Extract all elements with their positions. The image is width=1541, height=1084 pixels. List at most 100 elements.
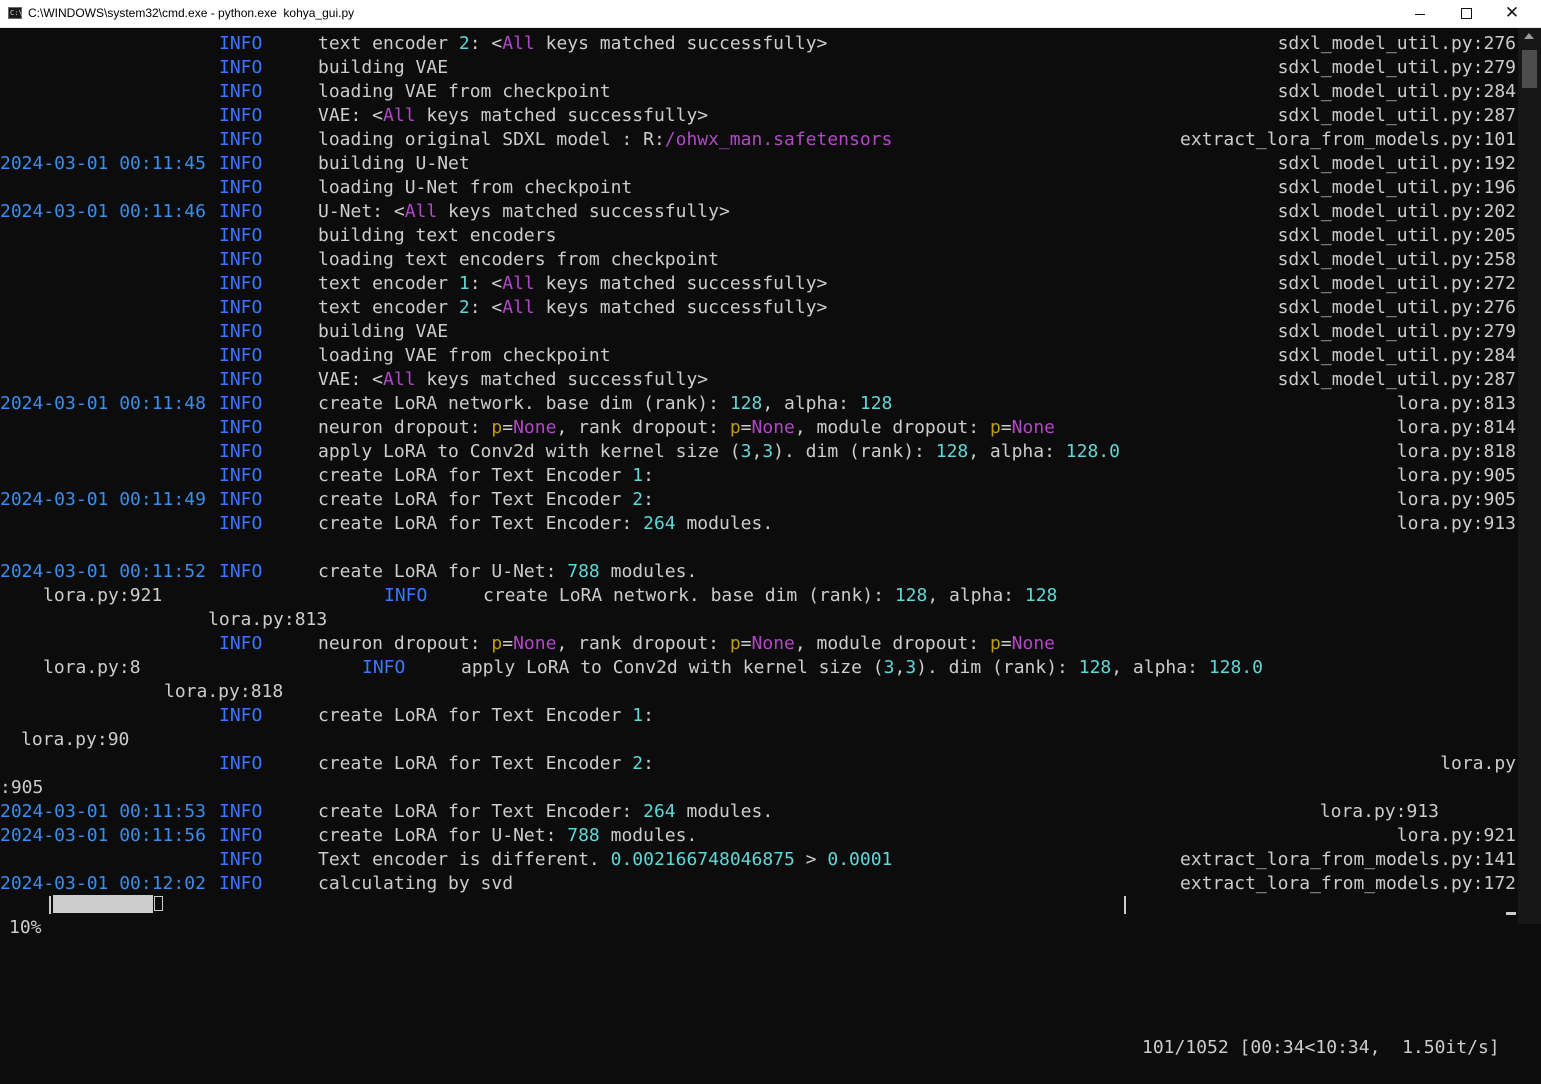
log-level: INFO bbox=[219, 105, 263, 126]
log-text-segment: create LoRA for U-Net: bbox=[318, 825, 568, 846]
log-line: INFO loading original SDXL model : R:/ohw… bbox=[0, 128, 1518, 152]
log-text-segment: 1 bbox=[458, 273, 470, 294]
log-source: sdxl_model_util.py:284 bbox=[1277, 81, 1516, 102]
log-source: :905 bbox=[0, 777, 44, 798]
log-source: sdxl_model_util.py:276 bbox=[1277, 297, 1516, 318]
log-text-segment: , bbox=[894, 657, 906, 678]
minimize-icon bbox=[1415, 14, 1425, 15]
console-output[interactable]: INFO text encoder 2: <All keys matched su… bbox=[0, 28, 1518, 924]
log-level: INFO bbox=[219, 33, 263, 54]
log-line: INFO text encoder 1: <All keys matched su… bbox=[0, 272, 1518, 296]
minimize-button[interactable] bbox=[1397, 0, 1443, 27]
log-message: building U-Net bbox=[318, 152, 470, 176]
log-text-segment: 128 bbox=[729, 393, 763, 414]
log-text-segment: 264 bbox=[643, 513, 676, 534]
log-source: sdxl_model_util.py:284 bbox=[1277, 345, 1516, 366]
log-text-segment: 128.0 bbox=[1208, 657, 1263, 678]
log-level: INFO bbox=[384, 585, 428, 606]
log-text-segment: 788 bbox=[567, 825, 600, 846]
log-text-segment: All bbox=[383, 369, 416, 390]
log-text-segment: keys matched successfully> bbox=[534, 33, 828, 54]
log-source: sdxl_model_util.py:202 bbox=[1277, 201, 1516, 222]
maximize-icon bbox=[1460, 8, 1472, 19]
log-source: lora.py:921 bbox=[43, 585, 163, 606]
log-message: text encoder 2: <All keys matched succes… bbox=[318, 296, 827, 320]
log-text-segment: 128 bbox=[859, 393, 893, 414]
log-text-segment: = bbox=[740, 417, 752, 438]
log-text-segment: 0.002166748046875 bbox=[610, 849, 795, 870]
log-line: 2024-03-01 00:11:49 INFO create LoRA for T… bbox=[0, 488, 1518, 512]
log-message: loading VAE from checkpoint bbox=[318, 344, 611, 368]
log-level: INFO bbox=[219, 489, 263, 510]
log-timestamp: 2024-03-01 00:11:48 bbox=[0, 393, 206, 414]
progress-line: 10% 101/1052 [00:34<10:34, 1.50it/s] bbox=[0, 892, 1518, 1058]
log-level: INFO bbox=[219, 633, 263, 654]
log-text-segment: 3 bbox=[762, 441, 774, 462]
log-line: INFO VAE: <All keys matched successfully>… bbox=[0, 104, 1518, 128]
log-level: INFO bbox=[219, 369, 263, 390]
log-text-segment: building VAE bbox=[318, 321, 449, 342]
log-text-segment: All bbox=[502, 273, 535, 294]
progress-bar-end-glyph bbox=[154, 896, 163, 911]
log-text-segment: keys matched successfully> bbox=[437, 201, 730, 222]
scroll-up-arrow-icon[interactable] bbox=[1524, 33, 1534, 39]
log-level: INFO bbox=[219, 393, 263, 414]
log-level: INFO bbox=[219, 513, 263, 534]
log-source: lora.py:913 bbox=[1319, 801, 1439, 822]
log-text-segment: None bbox=[513, 633, 557, 654]
log-text-segment: 128 bbox=[894, 585, 928, 606]
log-text-segment: : < bbox=[469, 297, 503, 318]
log-line: INFO Text encoder is different. 0.0021667… bbox=[0, 848, 1518, 872]
log-timestamp: 2024-03-01 00:11:46 bbox=[0, 201, 206, 222]
log-message: apply LoRA to Conv2d with kernel size (3… bbox=[318, 440, 1120, 464]
progress-bar-left-edge bbox=[49, 896, 51, 914]
log-text-segment: keys matched successfully> bbox=[415, 369, 709, 390]
log-source: sdxl_model_util.py:287 bbox=[1277, 369, 1516, 390]
log-message: create LoRA network. base dim (rank): 12… bbox=[483, 584, 1057, 608]
log-text-segment: 128 bbox=[1024, 585, 1058, 606]
log-text-segment: , rank dropout: bbox=[556, 633, 730, 654]
log-text-segment: , alpha: bbox=[927, 585, 1025, 606]
scrollbar[interactable] bbox=[1518, 28, 1541, 924]
log-text-segment: , alpha: bbox=[968, 441, 1066, 462]
log-message: create LoRA for U-Net: 788 modules. bbox=[318, 824, 697, 848]
log-message: U-Net: <All keys matched successfully> bbox=[318, 200, 730, 224]
log-source: extract_lora_from_models.py:141 bbox=[1180, 849, 1516, 870]
log-source: lora.py bbox=[1440, 753, 1516, 774]
log-level: INFO bbox=[219, 849, 263, 870]
log-text-segment: = bbox=[502, 417, 514, 438]
maximize-button[interactable] bbox=[1443, 0, 1489, 27]
log-line: INFO loading VAE from checkpoint sdxl_mode… bbox=[0, 80, 1518, 104]
log-text-segment: , alpha: bbox=[1111, 657, 1209, 678]
log-text-segment: None bbox=[751, 633, 795, 654]
log-text-segment: p bbox=[491, 417, 503, 438]
progress-bar-right-edge bbox=[1124, 896, 1126, 914]
log-text-segment: 3 bbox=[883, 657, 895, 678]
log-text-segment: create LoRA network. base dim (rank): bbox=[318, 393, 730, 414]
scroll-thumb[interactable] bbox=[1522, 50, 1537, 88]
log-source: lora.py:905 bbox=[1396, 489, 1516, 510]
log-level: INFO bbox=[219, 441, 263, 462]
log-source: lora.py:921 bbox=[1396, 825, 1516, 846]
close-button[interactable]: ✕ bbox=[1489, 0, 1535, 27]
log-text-segment: All bbox=[502, 297, 535, 318]
log-text-segment: None bbox=[1011, 633, 1055, 654]
log-text-segment: = bbox=[740, 633, 752, 654]
progress-stats: 101/1052 [00:34<10:34, 1.50it/s] bbox=[1142, 1037, 1500, 1058]
log-text-segment: : bbox=[643, 465, 654, 486]
log-source: lora.py:818 bbox=[164, 681, 284, 702]
log-message: create LoRA for Text Encoder 1: bbox=[318, 464, 654, 488]
log-text-segment: create LoRA for Text Encoder bbox=[318, 753, 633, 774]
log-line: INFO loading U-Net from checkpoint sdxl_mo… bbox=[0, 176, 1518, 200]
log-message: create LoRA for U-Net: 788 modules. bbox=[318, 560, 697, 584]
log-message: create LoRA for Text Encoder 1: bbox=[318, 704, 654, 728]
log-text-segment: 2 bbox=[632, 489, 644, 510]
log-text-segment: create LoRA for Text Encoder: bbox=[318, 513, 644, 534]
log-line: INFO neuron dropout: p=None, rank dropout… bbox=[0, 416, 1518, 440]
log-level: INFO bbox=[219, 153, 263, 174]
log-level: INFO bbox=[219, 57, 263, 78]
log-message: loading VAE from checkpoint bbox=[318, 80, 611, 104]
log-text-segment: p bbox=[491, 633, 503, 654]
log-message: building VAE bbox=[318, 56, 448, 80]
log-text-segment: , bbox=[751, 441, 763, 462]
